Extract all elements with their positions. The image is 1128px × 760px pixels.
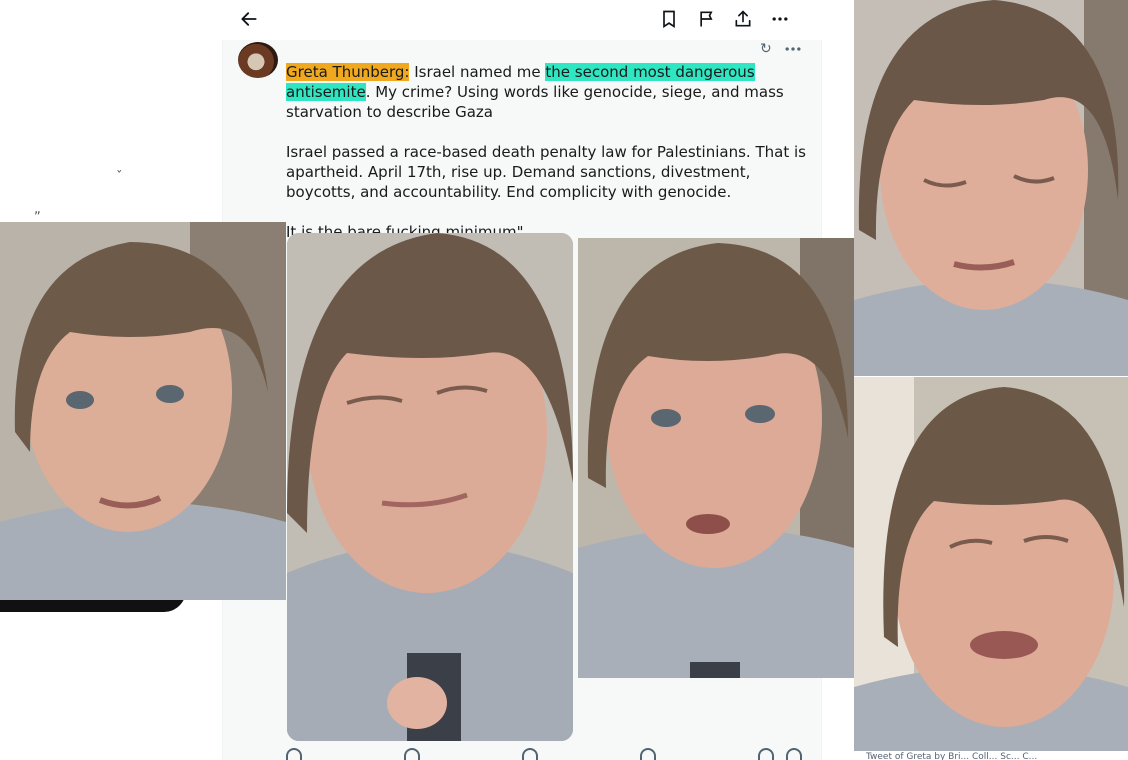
post-paragraph-2: Israel passed a race-based death penalty… [286, 143, 806, 201]
author-name-highlight[interactable]: Greta Thunberg: [286, 63, 410, 81]
author-avatar[interactable] [238, 42, 278, 78]
views-icon[interactable] [640, 748, 656, 760]
heart-icon[interactable] [522, 748, 538, 760]
bookmark-icon[interactable] [656, 6, 682, 32]
share-icon[interactable] [730, 6, 756, 32]
stray-glyph: ˇ [116, 170, 123, 185]
video-frame-5[interactable] [854, 377, 1128, 751]
flag-icon[interactable] [694, 6, 720, 32]
video-frame-2[interactable] [287, 233, 573, 741]
reply-icon[interactable] [286, 748, 302, 760]
video-frame-4[interactable] [854, 0, 1128, 376]
truncated-caption: Tweet of Greta by Bri... Coll... Sc... C… [866, 752, 1038, 760]
repost-icon[interactable] [404, 748, 420, 760]
video-frame-1[interactable] [0, 222, 286, 600]
more-horizontal-icon[interactable] [767, 6, 793, 32]
arrow-left-icon[interactable] [236, 6, 262, 32]
post-paragraph-1: Greta Thunberg: Israel named me the seco… [286, 62, 816, 122]
bookmark-small-icon[interactable] [758, 748, 774, 760]
post-text-segment: Israel named me [409, 63, 546, 81]
post-body: Greta Thunberg: Israel named me the seco… [286, 62, 816, 262]
post-actions [286, 748, 806, 760]
video-frame-3[interactable] [578, 238, 854, 678]
grok-icon[interactable]: ↻ [760, 41, 772, 57]
post-more-icon[interactable] [782, 38, 804, 60]
share-small-icon[interactable] [786, 748, 802, 760]
